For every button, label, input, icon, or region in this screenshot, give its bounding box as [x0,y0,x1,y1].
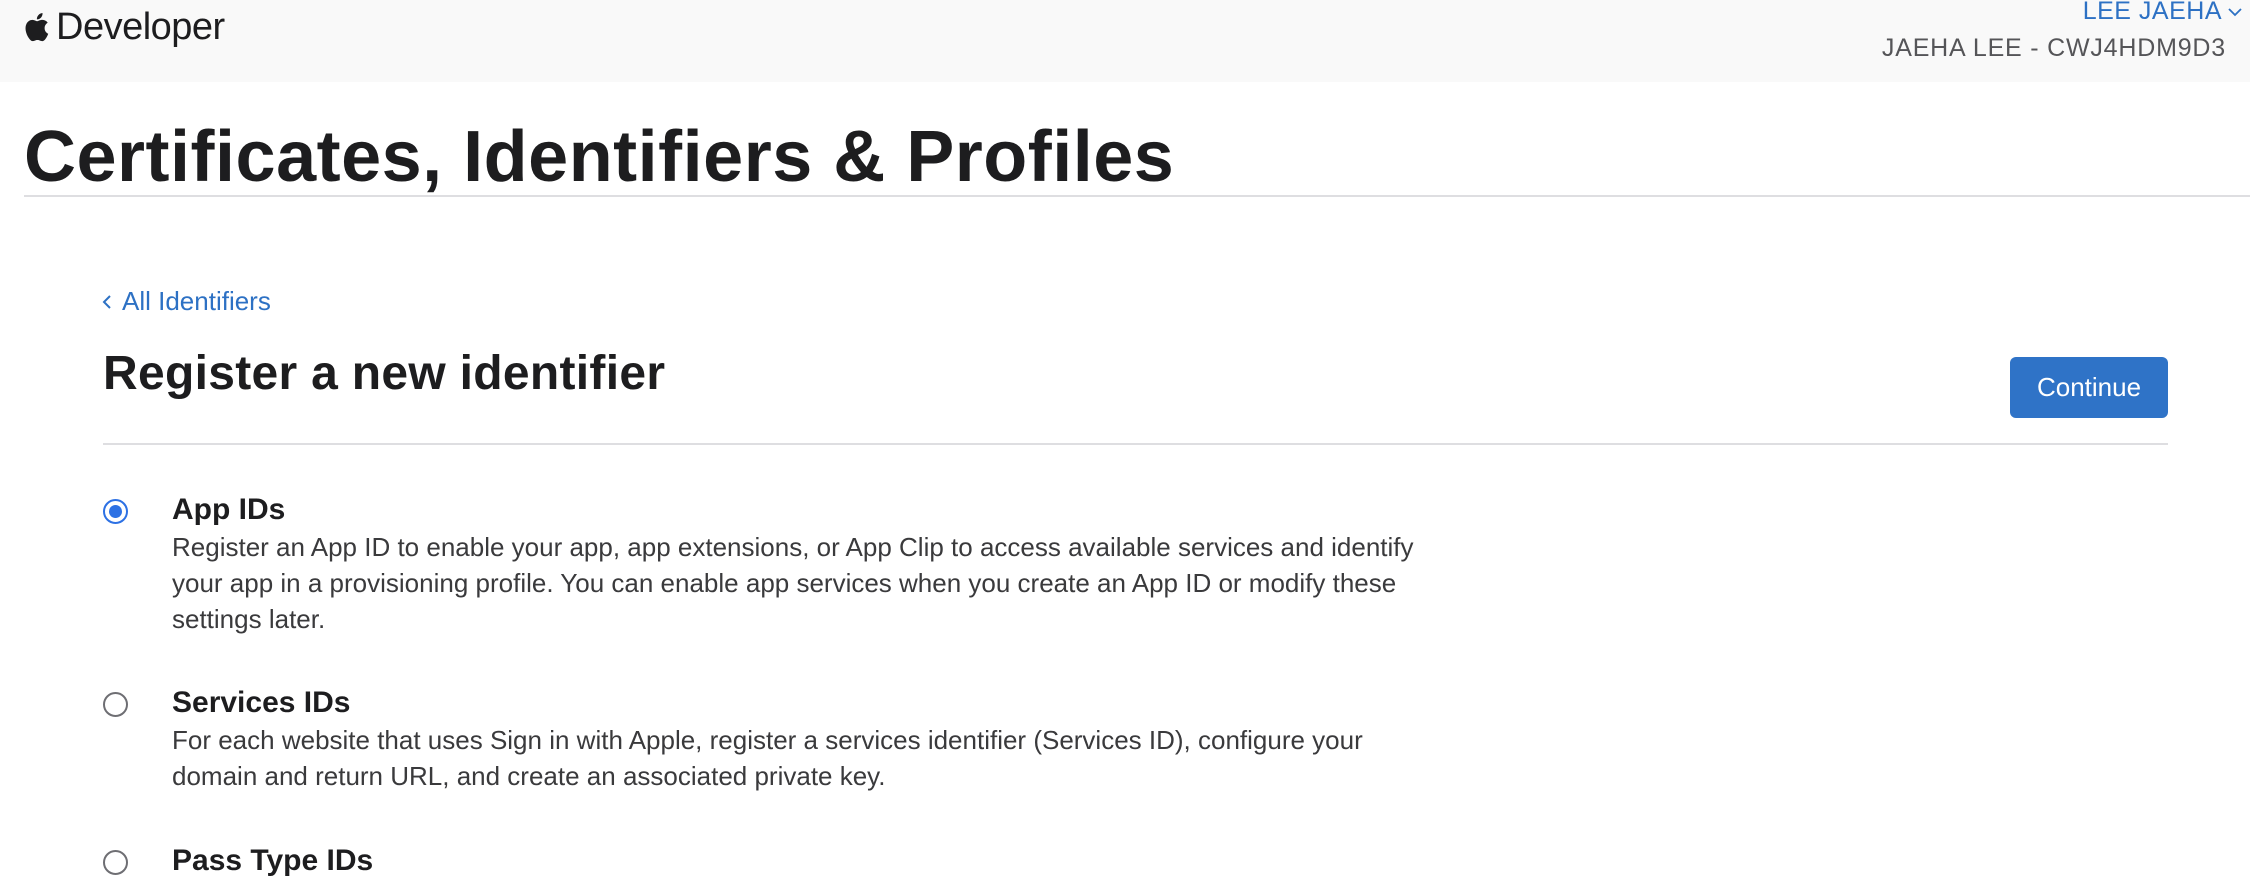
back-link-label: All Identifiers [122,286,271,316]
option-description: For each website that uses Sign in with … [172,725,1363,791]
team-name: JAEHA LEE - CWJ4HDM9D3 [1881,34,2226,62]
all-identifiers-link[interactable]: All Identifiers [102,286,271,317]
chevron-left-icon [102,294,112,310]
apple-logo-icon [24,9,54,45]
account-menu[interactable]: LEE JAEHA [2083,0,2242,26]
radio-app-ids[interactable] [103,499,128,524]
brand-text: Developer [56,5,225,48]
option-title: Pass Type IDs [172,844,374,877]
option-description: Register an App ID to enable your app, a… [172,532,1414,634]
chevron-down-icon [2228,7,2242,17]
page-title: Certificates, Identifiers & Profiles [24,117,1175,197]
section-divider [103,443,2168,445]
radio-pass-type-ids[interactable] [103,850,128,875]
title-divider [24,195,2250,197]
section-title: Register a new identifier [103,347,666,400]
option-title: Services IDs [172,686,351,719]
developer-logo[interactable]: Developer [24,2,225,52]
option-title: App IDs [172,493,286,526]
continue-button[interactable]: Continue [2010,357,2168,418]
global-nav: Developer LEE JAEHA JAEHA LEE - CWJ4HDM9… [0,0,2250,82]
account-name: LEE JAEHA [2082,0,2222,25]
radio-services-ids[interactable] [103,692,128,717]
